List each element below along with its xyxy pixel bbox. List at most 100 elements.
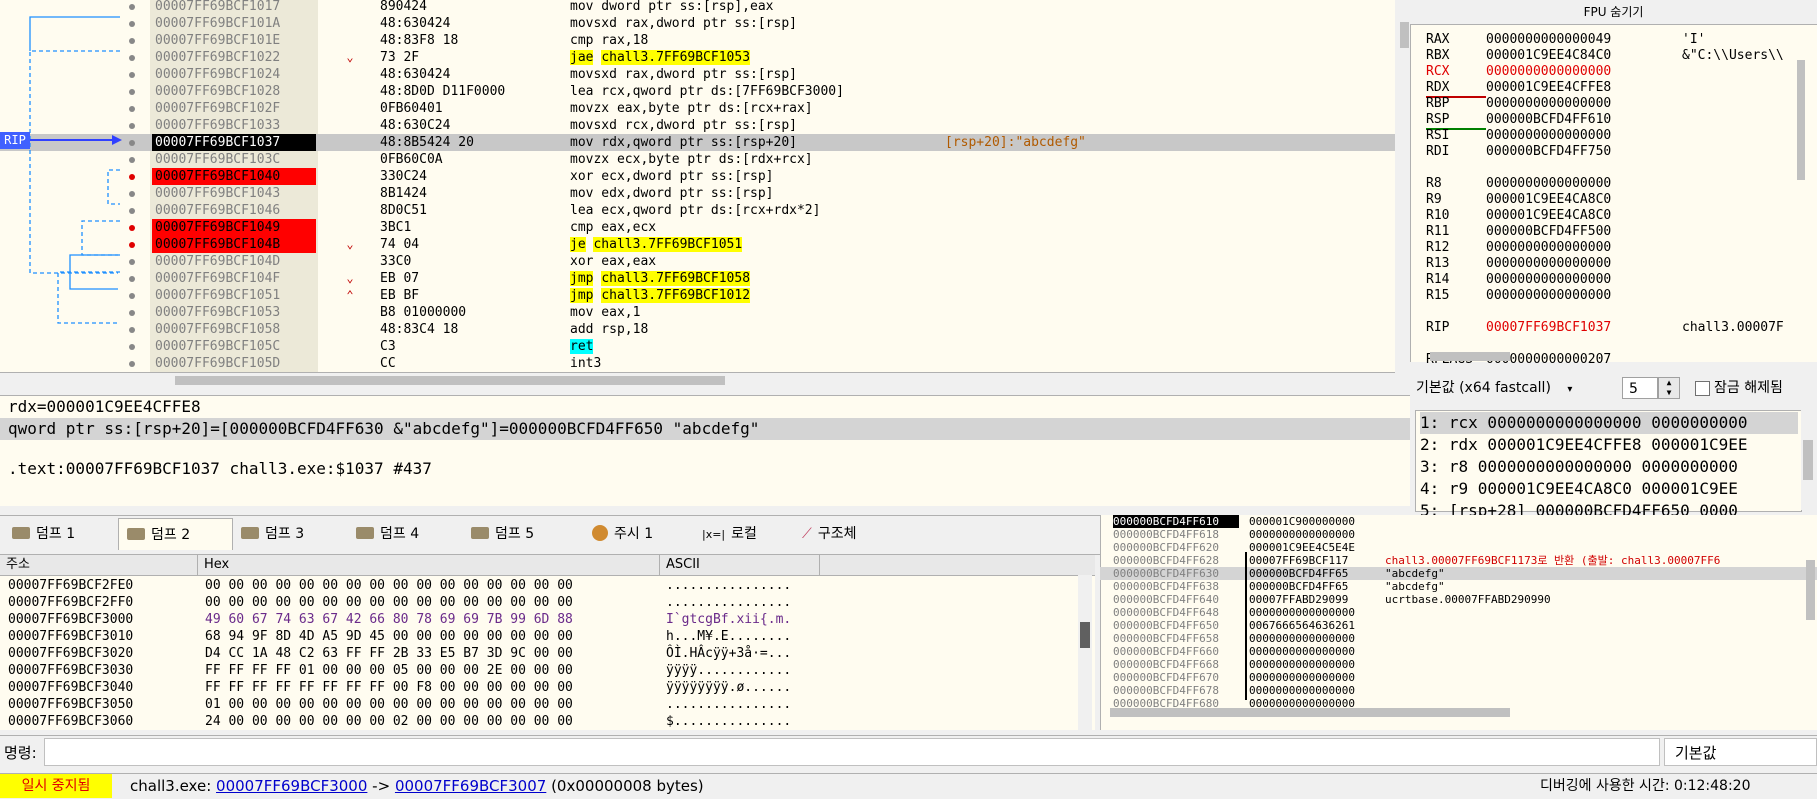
register-row[interactable]: RIP 00007FF69BCF1037 chall3.00007F bbox=[1426, 320, 1784, 336]
register-row[interactable]: R10 000001C9EE4CA8C0 bbox=[1426, 208, 1682, 224]
tab-dump-1[interactable]: 덤프 1 bbox=[4, 518, 118, 550]
disasm-row[interactable]: 00007FF69BCF1058 48:83C4 18 add rsp,18 bbox=[0, 321, 1395, 338]
dump-address[interactable]: 00007FF69BCF3010 bbox=[8, 628, 133, 645]
unlock-checkbox[interactable] bbox=[1695, 381, 1710, 396]
dump-hex[interactable]: FF FF FF FF 01 00 00 00 05 00 00 00 2E 0… bbox=[205, 662, 573, 679]
stack-value[interactable]: 00007FFABD29099 bbox=[1249, 593, 1379, 606]
disasm-row[interactable]: 00007FF69BCF1053 B8 01000000 mov eax,1 bbox=[0, 304, 1395, 321]
register-row[interactable]: R11 000000BCFD4FF500 bbox=[1426, 224, 1682, 240]
registers-horizontal-scrollbar[interactable] bbox=[1430, 352, 1510, 361]
stack-value[interactable]: 0000000000000000 bbox=[1249, 645, 1379, 658]
calling-convention-select[interactable]: 기본값 (x64 fastcall) ▾ bbox=[1416, 377, 1600, 399]
dump-hex[interactable]: 01 00 00 00 00 00 00 00 00 00 00 00 00 0… bbox=[205, 696, 573, 713]
tab-dump-2[interactable]: 덤프 2 bbox=[118, 518, 233, 550]
register-row[interactable]: RAX 0000000000000049 'I' bbox=[1426, 32, 1705, 48]
register-value[interactable]: 0000000000000049 bbox=[1486, 32, 1682, 48]
stack-value[interactable]: 0000000000000000 bbox=[1249, 684, 1379, 697]
tab-watch-1[interactable]: 주시 1 bbox=[584, 518, 684, 550]
disasm-row[interactable]: 00007FF69BCF1046 8D0C51 lea ecx,qword ptr … bbox=[0, 202, 1395, 219]
register-row[interactable]: R9 000001C9EE4CA8C0 bbox=[1426, 192, 1682, 208]
arg-count-stepper[interactable]: ▲ ▼ bbox=[1658, 377, 1680, 399]
dump-address[interactable]: 00007FF69BCF3050 bbox=[8, 696, 133, 713]
tab-dump-3[interactable]: 덤프 3 bbox=[233, 518, 348, 550]
argument-row[interactable]: 4: r9 000001C9EE4CA8C0 000001C9EE bbox=[1420, 478, 1738, 500]
tab-struct[interactable]: ⟋ 구조체 bbox=[794, 518, 894, 550]
stack-address[interactable]: 000000BCFD4FF638 bbox=[1113, 580, 1239, 593]
stack-value[interactable]: 000000BCFD4FF65 bbox=[1249, 580, 1379, 593]
register-value[interactable]: 000001C9EE4C84C0 bbox=[1486, 48, 1682, 64]
disasm-row[interactable]: 00007FF69BCF1040 330C24 xor ecx,dword ptr … bbox=[0, 168, 1395, 185]
register-row[interactable] bbox=[1426, 336, 1682, 352]
disasm-row[interactable]: 00007FF69BCF104F ⌄ EB 07 jmp chall3.7FF69BC… bbox=[0, 270, 1395, 287]
tab-dump-5[interactable]: 덤프 5 bbox=[463, 518, 578, 550]
dump-hex[interactable]: FF FF FF FF FF FF FF FF 00 F8 00 00 00 0… bbox=[205, 679, 573, 696]
status-to-link[interactable]: 00007FF69BCF3007 bbox=[395, 777, 546, 795]
stack-address[interactable]: 000000BCFD4FF650 bbox=[1113, 619, 1239, 632]
argument-row[interactable]: 2: rdx 000001C9EE4CFFE8 000001C9EE bbox=[1420, 434, 1748, 456]
dump-ascii[interactable]: ................ bbox=[666, 696, 791, 713]
disasm-row[interactable]: 00007FF69BCF1024 48:630424 movsxd rax,dwor… bbox=[0, 66, 1395, 83]
disasm-row[interactable]: 00007FF69BCF105D CC int3 bbox=[0, 355, 1395, 372]
disasm-row[interactable]: 00007FF69BCF1017 890424 mov dword ptr ss:[… bbox=[0, 0, 1395, 15]
dump-ascii[interactable]: $............... bbox=[666, 713, 791, 730]
stack-vertical-scrollbar[interactable] bbox=[1806, 560, 1815, 620]
register-row[interactable]: RBP 0000000000000000 bbox=[1426, 96, 1682, 112]
argument-row[interactable]: 1: rcx 0000000000000000 0000000000 bbox=[1420, 412, 1798, 434]
disasm-row[interactable]: 00007FF69BCF1022 ⌄ 73 2F jae chall3.7FF69BC… bbox=[0, 49, 1395, 66]
stack-address[interactable]: 000000BCFD4FF670 bbox=[1113, 671, 1239, 684]
arg-count-input[interactable]: 5 bbox=[1622, 377, 1658, 399]
register-value[interactable]: 0000000000000000 bbox=[1486, 256, 1682, 272]
dump-ascii[interactable]: ÔÌ.HÂcÿÿ+3å·=... bbox=[666, 645, 791, 662]
stack-value[interactable]: 0000000000000000 bbox=[1249, 606, 1379, 619]
stack-address[interactable]: 000000BCFD4FF628 bbox=[1113, 554, 1239, 567]
dump-hex[interactable]: 24 00 00 00 00 00 00 00 02 00 00 00 00 0… bbox=[205, 713, 573, 730]
stack-address[interactable]: 000000BCFD4FF658 bbox=[1113, 632, 1239, 645]
register-value[interactable]: 0000000000000000 bbox=[1486, 64, 1682, 80]
argument-row[interactable]: 3: r8 0000000000000000 0000000000 bbox=[1420, 456, 1738, 478]
dump-ascii[interactable]: I`gtcgBf.xii{.m. bbox=[666, 611, 791, 628]
dump-address[interactable]: 00007FF69BCF3000 bbox=[8, 611, 133, 628]
stack-value[interactable]: 000000BCFD4FF65 bbox=[1249, 567, 1379, 580]
register-row[interactable] bbox=[1426, 160, 1682, 176]
register-row[interactable]: RSI 0000000000000000 bbox=[1426, 128, 1682, 144]
disasm-row[interactable]: 00007FF69BCF101E 48:83F8 18 cmp rax,18 bbox=[0, 32, 1395, 49]
command-input[interactable] bbox=[44, 738, 1660, 766]
chevron-up-icon[interactable]: ▲ bbox=[1659, 378, 1679, 388]
disasm-row[interactable]: 00007FF69BCF1043 8B1424 mov edx,dword ptr … bbox=[0, 185, 1395, 202]
dump-hex[interactable]: 00 00 00 00 00 00 00 00 00 00 00 00 00 0… bbox=[205, 594, 573, 611]
column-header-address[interactable]: 주소 bbox=[0, 555, 198, 575]
disasm-row[interactable]: 00007FF69BCF1037 48:8B5424 20 mov rdx,qwor… bbox=[0, 134, 1395, 151]
dump-address[interactable]: 00007FF69BCF3020 bbox=[8, 645, 133, 662]
register-row[interactable]: R14 0000000000000000 bbox=[1426, 272, 1682, 288]
stack-address[interactable]: 000000BCFD4FF610 bbox=[1113, 515, 1239, 528]
dump-ascii[interactable]: ÿÿÿÿ............ bbox=[666, 662, 791, 679]
disasm-horizontal-scrollbar[interactable] bbox=[175, 376, 725, 385]
chevron-down-icon[interactable]: ▼ bbox=[1659, 388, 1679, 398]
dump-address[interactable]: 00007FF69BCF2FE0 bbox=[8, 577, 133, 594]
stack-value[interactable]: 00007FF69BCF117 bbox=[1249, 554, 1379, 567]
register-row[interactable]: R15 0000000000000000 bbox=[1426, 288, 1682, 304]
tab-locals[interactable]: |x=| 로컬 bbox=[694, 518, 784, 550]
dump-hex[interactable]: 00 00 00 00 00 00 00 00 00 00 00 00 00 0… bbox=[205, 577, 573, 594]
dump-ascii[interactable]: ................ bbox=[666, 577, 791, 594]
args-scroll-thumb[interactable] bbox=[1803, 440, 1813, 480]
stack-value[interactable]: 0000000000000000 bbox=[1249, 528, 1379, 541]
command-mode-select[interactable]: 기본값 bbox=[1664, 738, 1817, 766]
dump-ascii[interactable]: ................ bbox=[666, 594, 791, 611]
stack-value[interactable]: 0000000000000000 bbox=[1249, 632, 1379, 645]
register-row[interactable]: RDI 000000BCFD4FF750 bbox=[1426, 144, 1682, 160]
stack-address[interactable]: 000000BCFD4FF678 bbox=[1113, 684, 1239, 697]
stack-horizontal-scrollbar[interactable] bbox=[1110, 708, 1510, 717]
register-value[interactable]: 000001C9EE4CFFE8 bbox=[1486, 80, 1682, 96]
register-row[interactable] bbox=[1426, 304, 1682, 320]
status-from-link[interactable]: 00007FF69BCF3000 bbox=[216, 777, 367, 795]
register-value[interactable]: 0000000000000207 bbox=[1486, 352, 1682, 368]
disasm-row[interactable]: 00007FF69BCF1049 3BC1 cmp eax,ecx bbox=[0, 219, 1395, 236]
disassembly-rows[interactable]: 00007FF69BCF1017 890424 mov dword ptr ss:[… bbox=[0, 0, 1395, 372]
dump-address[interactable]: 00007FF69BCF3040 bbox=[8, 679, 133, 696]
disasm-vertical-scrollbar[interactable] bbox=[1400, 22, 1409, 48]
register-row[interactable]: RCX 0000000000000000 bbox=[1426, 64, 1682, 80]
registers-vertical-scrollbar[interactable] bbox=[1797, 60, 1805, 180]
stack-value[interactable]: 000001C900000000 bbox=[1249, 515, 1379, 528]
register-value[interactable]: 000000BCFD4FF610 bbox=[1486, 112, 1682, 128]
